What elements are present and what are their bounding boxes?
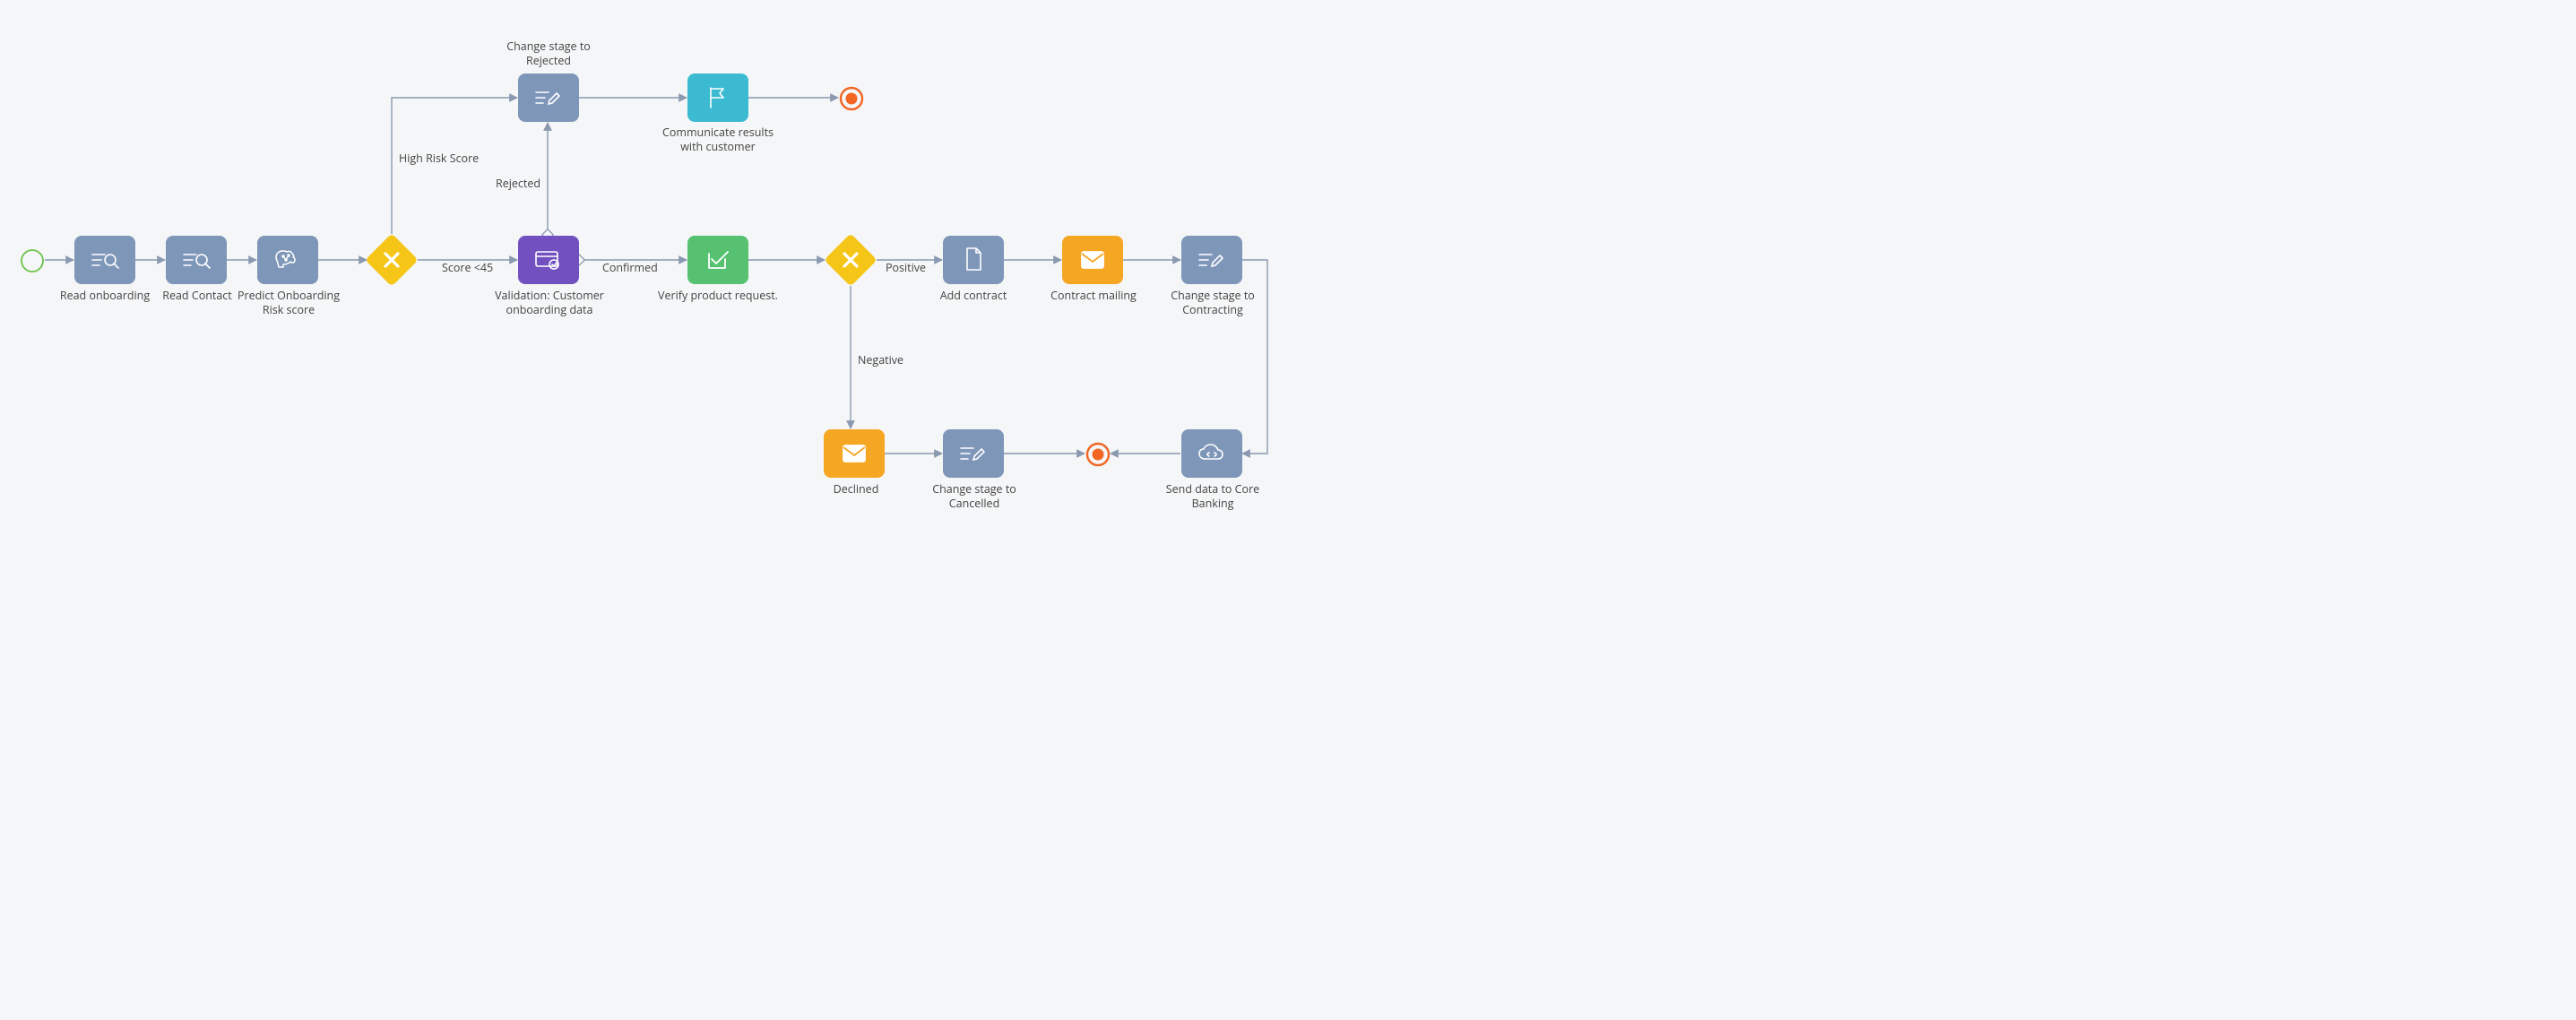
task-read-contact[interactable] bbox=[166, 236, 227, 284]
edge-label-positive: Positive bbox=[886, 260, 926, 275]
task-contract-mailing[interactable] bbox=[1062, 236, 1123, 284]
task-label: Add contract bbox=[929, 289, 1018, 303]
x-icon bbox=[381, 249, 402, 271]
mail-icon bbox=[1078, 249, 1107, 271]
edge-label-rejected: Rejected bbox=[496, 176, 540, 191]
brain-icon bbox=[272, 246, 304, 273]
task-label: Send data to Core Banking bbox=[1158, 482, 1267, 510]
task-label: Declined bbox=[811, 482, 901, 497]
search-list-icon bbox=[180, 247, 212, 272]
task-communicate[interactable] bbox=[687, 73, 748, 122]
start-event[interactable] bbox=[20, 248, 45, 278]
task-send-core-banking[interactable] bbox=[1181, 429, 1242, 478]
task-read-onboarding[interactable] bbox=[74, 236, 135, 284]
task-label: Communicate results with customer bbox=[654, 125, 782, 153]
check-box-icon bbox=[704, 246, 732, 273]
mail-icon bbox=[840, 443, 869, 464]
task-label: Predict Onboarding Risk score bbox=[235, 289, 342, 316]
document-icon bbox=[961, 246, 986, 274]
task-label: Read onboarding bbox=[50, 289, 160, 303]
task-add-contract[interactable] bbox=[943, 236, 1004, 284]
task-label: Change stage to Contracting bbox=[1163, 289, 1262, 316]
task-verify-product[interactable] bbox=[687, 236, 748, 284]
edge-label-high-risk: High Risk Score bbox=[399, 151, 479, 166]
edit-list-icon bbox=[532, 85, 565, 110]
task-label: Contract mailing bbox=[1044, 289, 1143, 303]
cloud-code-icon bbox=[1196, 441, 1228, 466]
gateway-verify[interactable] bbox=[832, 241, 869, 279]
task-change-stage-cancelled[interactable] bbox=[943, 429, 1004, 478]
edit-list-icon bbox=[1196, 247, 1228, 272]
task-label: Read Contact bbox=[152, 289, 242, 303]
task-validation[interactable] bbox=[518, 236, 579, 284]
flag-icon bbox=[704, 84, 732, 111]
end-event-terminate-mid[interactable] bbox=[1085, 441, 1111, 472]
gateway-score[interactable] bbox=[373, 241, 411, 279]
task-change-stage-rejected[interactable] bbox=[518, 73, 579, 122]
edge-label-negative: Negative bbox=[858, 352, 903, 367]
search-list-icon bbox=[89, 247, 121, 272]
x-icon bbox=[840, 249, 861, 271]
task-declined[interactable] bbox=[824, 429, 885, 478]
task-label: Change stage to Cancelled bbox=[923, 482, 1025, 510]
task-label: Change stage to Rejected bbox=[497, 39, 600, 67]
card-check-icon bbox=[532, 246, 565, 273]
edit-list-icon bbox=[957, 441, 990, 466]
edge-label-confirmed: Confirmed bbox=[602, 260, 658, 275]
task-label: Validation: Customer onboarding data bbox=[491, 289, 608, 316]
end-event-terminate-top[interactable] bbox=[838, 85, 865, 117]
task-change-stage-contracting[interactable] bbox=[1181, 236, 1242, 284]
task-predict-risk[interactable] bbox=[257, 236, 318, 284]
edge-label-score: Score <45 bbox=[442, 260, 493, 275]
task-label: Verify product request. bbox=[654, 289, 782, 303]
